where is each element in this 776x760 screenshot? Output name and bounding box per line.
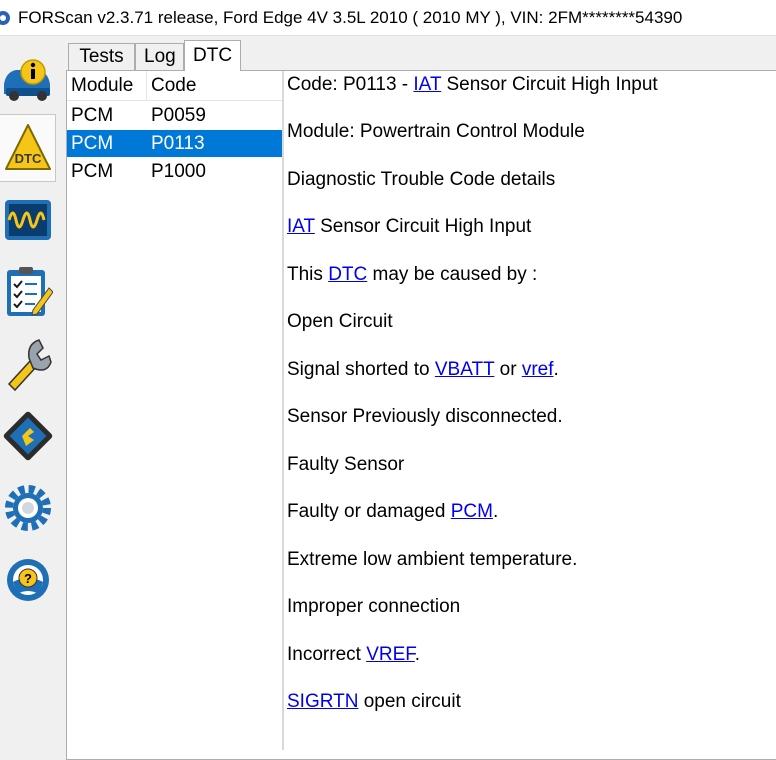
service-button[interactable]: [0, 330, 56, 398]
detail-cause-item: Signal shorted to VBATT or vref.: [287, 359, 559, 380]
dtc-details: Code: P0113 - IAT Sensor Circuit High In…: [287, 71, 776, 750]
detail-description-line: IAT Sensor Circuit High Input: [287, 216, 532, 237]
vbatt-link[interactable]: VBATT: [435, 359, 494, 380]
window-title: FORScan v2.3.71 release, Ford Edge 4V 3.…: [18, 7, 683, 27]
forscan-app-icon: [0, 10, 10, 25]
wrench-icon: [7, 339, 52, 392]
dtc-row-code: P0113: [151, 133, 205, 154]
chip-icon: [3, 411, 53, 461]
pcm-link[interactable]: PCM: [451, 501, 493, 522]
detail-cause-item: Improper connection: [287, 596, 461, 617]
info-car-icon: [4, 59, 50, 101]
detail-cause-item: Incorrect VREF.: [287, 644, 421, 665]
dtc-icon-label: DTC: [14, 151, 41, 166]
tab-strip: Tests Log DTC: [66, 40, 776, 71]
sigrtn-link[interactable]: SIGRTN: [287, 691, 358, 712]
pane-splitter[interactable]: [282, 71, 284, 750]
dtc-button[interactable]: DTC: [0, 114, 56, 182]
vref-upper-link[interactable]: VREF: [366, 644, 415, 665]
detail-cause-item: Open Circuit: [287, 311, 393, 332]
detail-cause-item: Faulty or damaged PCM.: [287, 501, 499, 522]
iat-link[interactable]: IAT: [413, 74, 441, 95]
dtc-row[interactable]: PCM P0059: [67, 102, 282, 129]
help-wheel-icon: ?: [7, 559, 49, 601]
gear-icon: [5, 485, 51, 531]
detail-section-title: Diagnostic Trouble Code details: [287, 169, 556, 190]
dtc-warning-icon: DTC: [4, 124, 51, 170]
checklist-icon: [7, 267, 53, 316]
dtc-list-header: Module Code: [67, 71, 282, 101]
dtc-row-code: P0059: [151, 105, 206, 126]
dtc-list: Module Code PCM P0059 PCM P0113 PCM P100…: [67, 71, 282, 750]
dtc-row-module: PCM: [71, 105, 114, 126]
column-header-code[interactable]: Code: [147, 71, 282, 100]
left-toolbar: DTC ?: [0, 36, 62, 750]
detail-cause-item: Extreme low ambient temperature.: [287, 549, 578, 570]
config-button[interactable]: [0, 402, 56, 470]
dtc-row-module: PCM: [71, 161, 114, 182]
tests-button[interactable]: [0, 258, 56, 326]
detail-cause-item: Faulty Sensor: [287, 454, 405, 475]
waveform-icon: [5, 200, 51, 240]
detail-module-line: Module: Powertrain Control Module: [287, 121, 585, 142]
tab-log[interactable]: Log: [135, 43, 184, 70]
dtc-row-module: PCM: [71, 133, 114, 154]
oscilloscope-button[interactable]: [0, 186, 56, 254]
dtc-row[interactable]: PCM P1000: [67, 158, 282, 185]
help-icon-label: ?: [24, 571, 32, 586]
dtc-row-selected[interactable]: PCM P0113: [67, 130, 282, 157]
detail-cause-item: Sensor Previously disconnected.: [287, 406, 563, 427]
tab-dtc[interactable]: DTC: [184, 40, 241, 71]
detail-cause-line: This DTC may be caused by :: [287, 264, 538, 285]
dtc-link[interactable]: DTC: [328, 264, 367, 285]
vref-link[interactable]: vref: [522, 359, 554, 380]
title-bar: FORScan v2.3.71 release, Ford Edge 4V 3.…: [0, 0, 776, 36]
iat-link[interactable]: IAT: [287, 216, 315, 237]
detail-cause-item: SIGRTN open circuit: [287, 691, 461, 712]
detail-code-line: Code: P0113 - IAT Sensor Circuit High In…: [287, 74, 658, 95]
tab-tests[interactable]: Tests: [68, 43, 135, 70]
dtc-row-code: P1000: [151, 161, 206, 182]
vehicle-info-button[interactable]: [0, 44, 56, 112]
settings-button[interactable]: [0, 474, 56, 542]
column-header-module[interactable]: Module: [67, 71, 147, 100]
help-button[interactable]: ?: [0, 546, 56, 614]
